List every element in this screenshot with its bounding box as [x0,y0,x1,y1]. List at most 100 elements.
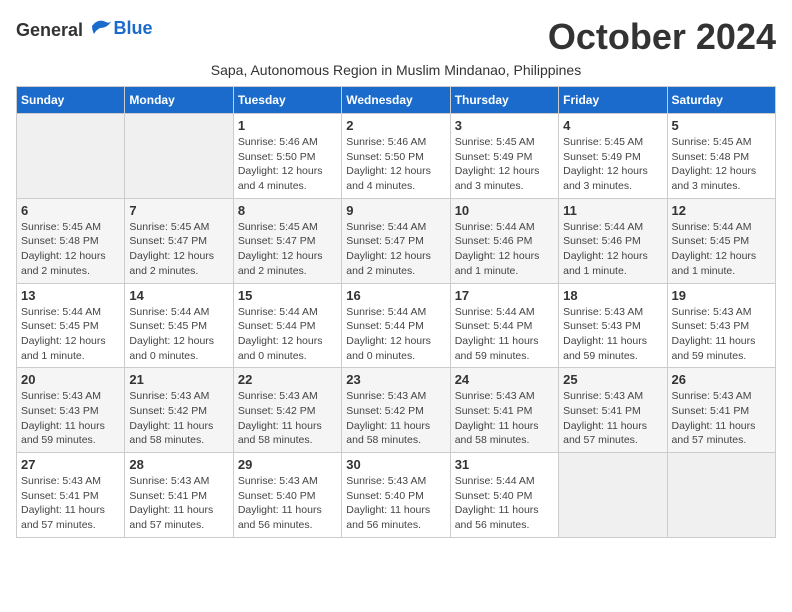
day-number: 29 [238,457,337,472]
calendar-cell [559,453,667,538]
day-info: Sunrise: 5:43 AM Sunset: 5:43 PM Dayligh… [21,389,120,448]
calendar-cell: 3 Sunrise: 5:45 AM Sunset: 5:49 PM Daylig… [450,114,558,199]
day-of-week-header: Thursday [450,87,558,114]
day-number: 27 [21,457,120,472]
day-of-week-header: Monday [125,87,233,114]
day-of-week-header: Wednesday [342,87,450,114]
calendar-cell: 14 Sunrise: 5:44 AM Sunset: 5:45 PM Dayli… [125,283,233,368]
day-info: Sunrise: 5:45 AM Sunset: 5:48 PM Dayligh… [672,135,771,194]
day-info: Sunrise: 5:43 AM Sunset: 5:41 PM Dayligh… [455,389,554,448]
calendar-cell: 10 Sunrise: 5:44 AM Sunset: 5:46 PM Dayli… [450,198,558,283]
day-info: Sunrise: 5:46 AM Sunset: 5:50 PM Dayligh… [346,135,445,194]
day-number: 3 [455,118,554,133]
day-info: Sunrise: 5:43 AM Sunset: 5:41 PM Dayligh… [672,389,771,448]
calendar-cell: 29 Sunrise: 5:43 AM Sunset: 5:40 PM Dayli… [233,453,341,538]
day-number: 20 [21,372,120,387]
day-info: Sunrise: 5:43 AM Sunset: 5:40 PM Dayligh… [238,474,337,533]
day-number: 24 [455,372,554,387]
day-info: Sunrise: 5:45 AM Sunset: 5:47 PM Dayligh… [129,220,228,279]
calendar-cell: 9Sunrise: 5:44 AM Sunset: 5:47 PM Daylig… [342,198,450,283]
day-number: 25 [563,372,662,387]
day-info: Sunrise: 5:43 AM Sunset: 5:42 PM Dayligh… [238,389,337,448]
day-info: Sunrise: 5:45 AM Sunset: 5:49 PM Dayligh… [455,135,554,194]
day-number: 28 [129,457,228,472]
day-number: 30 [346,457,445,472]
calendar-cell: 20 Sunrise: 5:43 AM Sunset: 5:43 PM Dayli… [17,368,125,453]
day-info: Sunrise: 5:44 AM Sunset: 5:45 PM Dayligh… [672,220,771,279]
day-info: Sunrise: 5:44 AM Sunset: 5:46 PM Dayligh… [563,220,662,279]
calendar-cell: 2 Sunrise: 5:46 AM Sunset: 5:50 PM Daylig… [342,114,450,199]
day-info: Sunrise: 5:45 AM Sunset: 5:48 PM Dayligh… [21,220,120,279]
day-number: 17 [455,288,554,303]
day-info: Sunrise: 5:45 AM Sunset: 5:47 PM Dayligh… [238,220,337,279]
day-number: 16 [346,288,445,303]
day-number: 21 [129,372,228,387]
day-info: Sunrise: 5:44 AM Sunset: 5:44 PM Dayligh… [455,305,554,364]
day-number: 7 [129,203,228,218]
calendar-cell: 27 Sunrise: 5:43 AM Sunset: 5:41 PM Dayli… [17,453,125,538]
day-info: Sunrise: 5:44 AM Sunset: 5:44 PM Dayligh… [238,305,337,364]
calendar-cell: 7 Sunrise: 5:45 AM Sunset: 5:47 PM Daylig… [125,198,233,283]
calendar-cell [125,114,233,199]
day-info: Sunrise: 5:43 AM Sunset: 5:41 PM Dayligh… [21,474,120,533]
calendar-cell: 15 Sunrise: 5:44 AM Sunset: 5:44 PM Dayli… [233,283,341,368]
day-number: 1 [238,118,337,133]
calendar-cell: 17 Sunrise: 5:44 AM Sunset: 5:44 PM Dayli… [450,283,558,368]
month-title: October 2024 [548,16,776,58]
day-info: Sunrise: 5:44 AM Sunset: 5:40 PM Dayligh… [455,474,554,533]
calendar-cell: 28 Sunrise: 5:43 AM Sunset: 5:41 PM Dayli… [125,453,233,538]
day-number: 4 [563,118,662,133]
logo-general-text: General [16,20,83,40]
calendar-cell: 24 Sunrise: 5:43 AM Sunset: 5:41 PM Dayli… [450,368,558,453]
calendar-cell [17,114,125,199]
calendar-cell: 12 Sunrise: 5:44 AM Sunset: 5:45 PM Dayli… [667,198,775,283]
day-number: 26 [672,372,771,387]
day-number: 12 [672,203,771,218]
day-info: Sunrise: 5:43 AM Sunset: 5:42 PM Dayligh… [346,389,445,448]
day-info: Sunrise: 5:44 AM Sunset: 5:44 PM Dayligh… [346,305,445,364]
calendar-cell: 22Sunrise: 5:43 AM Sunset: 5:42 PM Dayli… [233,368,341,453]
day-info: Sunrise: 5:43 AM Sunset: 5:40 PM Dayligh… [346,474,445,533]
calendar-cell: 23 Sunrise: 5:43 AM Sunset: 5:42 PM Dayli… [342,368,450,453]
calendar-cell: 30 Sunrise: 5:43 AM Sunset: 5:40 PM Dayli… [342,453,450,538]
calendar-cell: 6 Sunrise: 5:45 AM Sunset: 5:48 PM Daylig… [17,198,125,283]
calendar-cell: 8 Sunrise: 5:45 AM Sunset: 5:47 PM Daylig… [233,198,341,283]
day-number: 13 [21,288,120,303]
day-info: Sunrise: 5:44 AM Sunset: 5:45 PM Dayligh… [21,305,120,364]
day-number: 14 [129,288,228,303]
day-number: 23 [346,372,445,387]
day-of-week-header: Sunday [17,87,125,114]
day-number: 19 [672,288,771,303]
day-number: 9 [346,203,445,218]
day-number: 8 [238,203,337,218]
day-number: 18 [563,288,662,303]
day-number: 15 [238,288,337,303]
calendar-cell: 18 Sunrise: 5:43 AM Sunset: 5:43 PM Dayli… [559,283,667,368]
calendar-cell: 4 Sunrise: 5:45 AM Sunset: 5:49 PM Daylig… [559,114,667,199]
day-number: 11 [563,203,662,218]
calendar-cell: 13 Sunrise: 5:44 AM Sunset: 5:45 PM Dayli… [17,283,125,368]
day-info: Sunrise: 5:43 AM Sunset: 5:43 PM Dayligh… [563,305,662,364]
calendar-cell: 31 Sunrise: 5:44 AM Sunset: 5:40 PM Dayli… [450,453,558,538]
day-info: Sunrise: 5:43 AM Sunset: 5:41 PM Dayligh… [129,474,228,533]
day-info: Sunrise: 5:43 AM Sunset: 5:43 PM Dayligh… [672,305,771,364]
day-info: Sunrise: 5:43 AM Sunset: 5:42 PM Dayligh… [129,389,228,448]
day-number: 6 [21,203,120,218]
day-number: 31 [455,457,554,472]
logo: General Blue [16,16,153,41]
calendar-cell [667,453,775,538]
day-info: Sunrise: 5:44 AM Sunset: 5:46 PM Dayligh… [455,220,554,279]
day-number: 10 [455,203,554,218]
day-number: 5 [672,118,771,133]
day-info: Sunrise: 5:44 AM Sunset: 5:45 PM Dayligh… [129,305,228,364]
calendar-cell: 25 Sunrise: 5:43 AM Sunset: 5:41 PM Dayli… [559,368,667,453]
day-of-week-header: Friday [559,87,667,114]
day-info: Sunrise: 5:45 AM Sunset: 5:49 PM Dayligh… [563,135,662,194]
day-info: Sunrise: 5:46 AM Sunset: 5:50 PM Dayligh… [238,135,337,194]
logo-blue-text: Blue [114,18,153,38]
logo-bird-icon [90,16,114,36]
day-number: 2 [346,118,445,133]
calendar-cell: 11 Sunrise: 5:44 AM Sunset: 5:46 PM Dayli… [559,198,667,283]
day-info: Sunrise: 5:43 AM Sunset: 5:41 PM Dayligh… [563,389,662,448]
calendar-cell: 16 Sunrise: 5:44 AM Sunset: 5:44 PM Dayli… [342,283,450,368]
